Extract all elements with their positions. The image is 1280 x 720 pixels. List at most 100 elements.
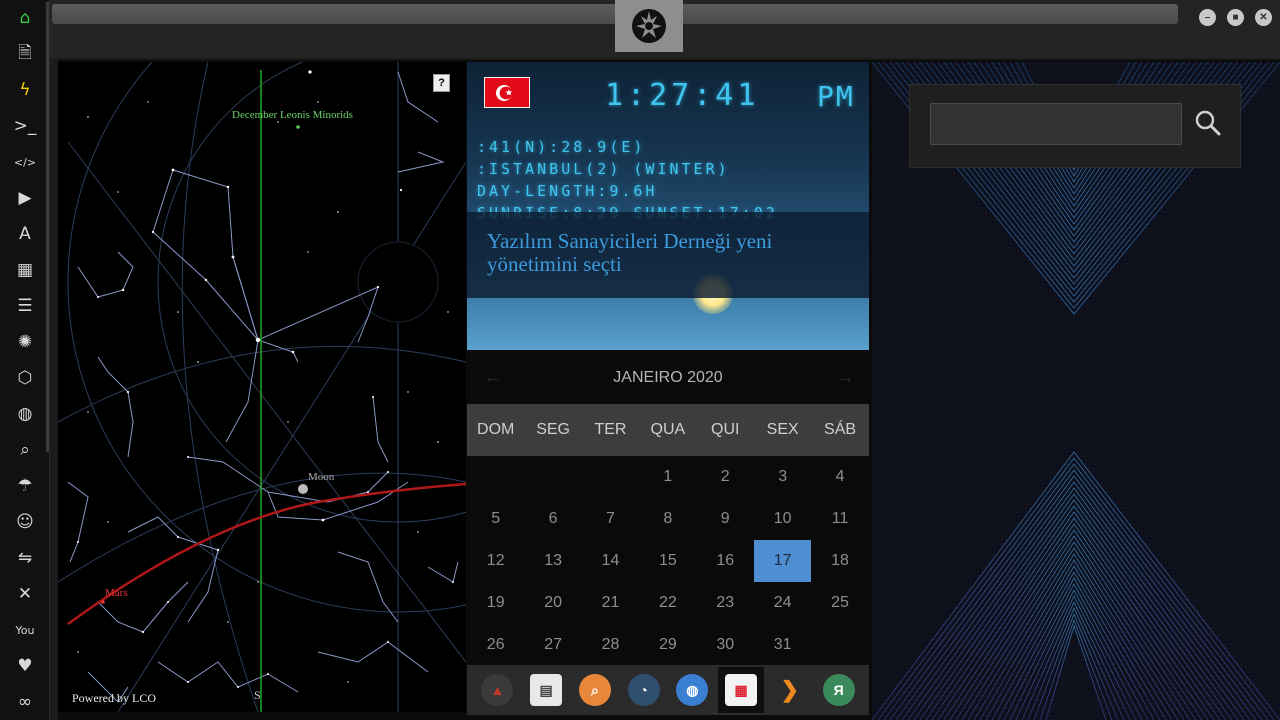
infinity-icon: ∞ (17, 692, 33, 712)
moon-label: Moon (308, 471, 335, 483)
search-input[interactable] (930, 103, 1182, 145)
calendar-day[interactable]: 26 (467, 624, 524, 666)
calendar-day[interactable]: 25 (811, 582, 868, 624)
turkey-flag-icon[interactable] (484, 77, 530, 108)
weekday-label: SEG (536, 421, 570, 438)
search-nav-button[interactable]: ⌕ (12, 437, 38, 463)
transfer-icon: ⇋ (17, 548, 33, 568)
code-icon: </> (13, 155, 37, 169)
calendar-day[interactable]: 17 (753, 540, 812, 582)
translate-nav-button[interactable]: A (12, 221, 38, 247)
calendar-day[interactable]: 30 (697, 624, 754, 666)
calendar-day[interactable]: 10 (754, 498, 811, 540)
calendar-day[interactable]: 20 (524, 582, 581, 624)
alpha-app-dock-button[interactable]: ▲ (474, 667, 520, 713)
calendar-day[interactable]: 15 (639, 540, 696, 582)
globe-icon: ◍ (17, 404, 33, 424)
minimize-button[interactable]: – (1199, 9, 1216, 26)
home-nav-button[interactable]: ⌂ (12, 5, 38, 31)
calendar-day[interactable]: 9 (697, 498, 754, 540)
globe-nav-button[interactable]: ◍ (12, 401, 38, 427)
calendar-day[interactable]: 23 (697, 582, 754, 624)
clock-dock-button[interactable]: ◔ (621, 667, 667, 713)
home-icon: ⌂ (19, 8, 31, 28)
hexagon-nav-button[interactable]: ⬡ (12, 365, 38, 391)
calendar-day[interactable]: 13 (524, 540, 581, 582)
calendar-day[interactable]: 28 (582, 624, 639, 666)
calendar-day[interactable]: 8 (639, 498, 696, 540)
document-nav-button[interactable]: 🗎 (12, 41, 38, 67)
calendar-day[interactable]: 12 (467, 540, 524, 582)
calendar-day[interactable]: 5 (467, 498, 524, 540)
calendar-month-title: JANEIRO 2020 (613, 369, 723, 386)
calendar-dock-button[interactable]: ▦ (718, 667, 765, 713)
infinity-nav-button[interactable]: ∞ (12, 689, 38, 715)
code-nav-button[interactable]: </> (12, 149, 38, 175)
calendar-day[interactable]: 31 (754, 624, 811, 666)
powered-by-label[interactable]: Powered by LCO (72, 691, 156, 706)
clock-time: 1:27:41 (605, 78, 760, 113)
search-button[interactable] (1190, 105, 1226, 141)
calendar-day[interactable]: 2 (697, 456, 754, 498)
calendar-day[interactable]: 24 (754, 582, 811, 624)
crescent-star-icon (496, 84, 513, 101)
newspaper-icon: ☰ (17, 296, 33, 316)
sidebar: ⌂ 🗎 ϟ >_ </> ▶ A ▦ ☰ ✺ ⬡ ◍ ⌕ ☂ ☺ ⇋ ✕ You ♥ ∞ (0, 0, 50, 720)
rebel-logo-tab[interactable] (615, 0, 683, 52)
calendar-day[interactable]: 7 (582, 498, 639, 540)
play-nav-button[interactable]: ▶ (12, 185, 38, 211)
hexagon-icon: ⬡ (17, 368, 33, 388)
calendar-day[interactable]: 4 (811, 456, 868, 498)
weekday-label: QUI (711, 421, 740, 438)
terminal-nav-button[interactable]: >_ (12, 113, 38, 139)
calendar-day[interactable]: 21 (582, 582, 639, 624)
bolt-nav-button[interactable]: ϟ (12, 77, 38, 103)
clock-icon: ◔ (627, 674, 660, 706)
calendar-day[interactable]: 11 (811, 498, 868, 540)
news-dock-button[interactable]: ▤ (523, 667, 569, 713)
calendar-day[interactable]: 6 (524, 498, 581, 540)
next-month-button[interactable]: → (835, 366, 855, 389)
yandex-icon: Я (822, 674, 855, 706)
maximize-button[interactable]: ■ (1227, 9, 1244, 26)
calendar-week-row: 26 27 28 29 30 31 (467, 624, 869, 666)
weekday-header: DOM SEG TER QUA QUI SEX SÁB (467, 404, 869, 456)
contact-nav-button[interactable]: ☺ (12, 509, 38, 535)
news-ticker[interactable]: Yazılım Sanayicileri Derneği yeni yöneti… (467, 212, 869, 298)
calendar-day[interactable]: 22 (639, 582, 696, 624)
transfer-nav-button[interactable]: ⇋ (12, 545, 38, 571)
umbrella-icon: ☂ (17, 476, 33, 496)
sidebar-scrollbar[interactable] (46, 2, 49, 452)
calendar-day[interactable]: 14 (582, 540, 639, 582)
search-icon (1195, 110, 1221, 136)
calendar-week-row: 5 6 7 8 9 10 11 (467, 498, 869, 540)
news-headline[interactable]: Yazılım Sanayicileri Derneği yeni yöneti… (487, 230, 847, 276)
calendar-widget: ← JANEIRO 2020 → DOM SEG TER QUA QUI SEX SÁB 1… (467, 352, 869, 664)
yandex-dock-button[interactable]: Я (816, 667, 862, 713)
calendar-day[interactable]: 3 (754, 456, 811, 498)
close-button[interactable]: ✕ (1255, 9, 1272, 26)
globe-app-dock-button[interactable]: ◍ (669, 667, 715, 713)
help-button[interactable]: ? (433, 74, 450, 92)
calendar-day[interactable]: 29 (639, 624, 696, 666)
rebel-nav-button[interactable]: ✺ (12, 329, 38, 355)
newspaper-nav-button[interactable]: ☰ (12, 293, 38, 319)
calendar-day[interactable]: 19 (467, 582, 524, 624)
umbrella-nav-button[interactable]: ☂ (12, 473, 38, 499)
calendar-day[interactable]: 27 (524, 624, 581, 666)
forward-dock-button[interactable]: ❯ (767, 667, 813, 713)
calendar-empty-cell (582, 456, 639, 498)
calendar-day[interactable]: 1 (639, 456, 696, 498)
youtube-nav-button[interactable]: You (12, 617, 38, 643)
heart-icon: ♥ (17, 656, 33, 676)
expand-nav-button[interactable]: ✕ (12, 581, 38, 607)
calendar-empty-cell (524, 456, 581, 498)
calendar-day[interactable]: 18 (811, 540, 868, 582)
calendar-icon: ▦ (725, 674, 758, 706)
weekday-label: TER (594, 421, 627, 438)
sky-map[interactable]: ? December Leonis Minorids Moon Mars Pow… (58, 62, 466, 712)
heart-nav-button[interactable]: ♥ (12, 653, 38, 679)
search-app-dock-button[interactable]: ⌕ (572, 667, 618, 713)
calendar-day[interactable]: 16 (697, 540, 754, 582)
image-nav-button[interactable]: ▦ (12, 257, 38, 283)
